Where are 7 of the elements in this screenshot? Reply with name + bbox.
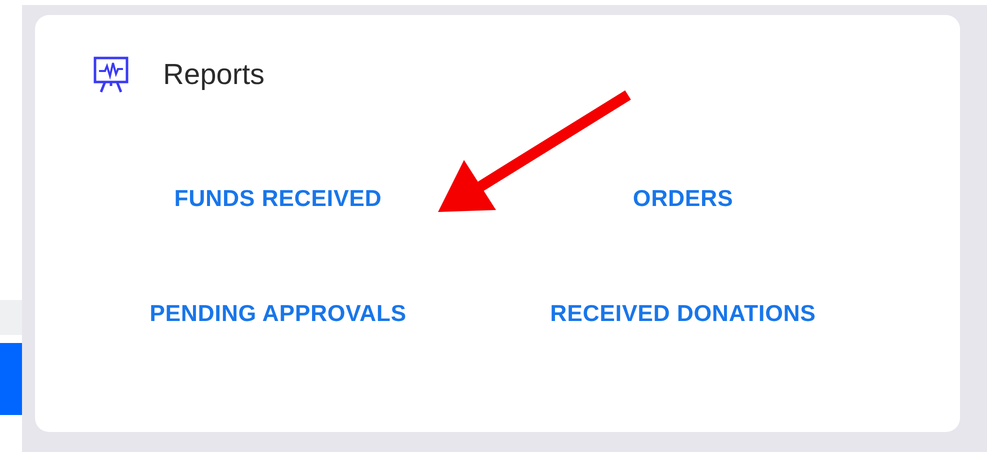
report-link[interactable]: RECEIVED DONATIONS — [550, 300, 816, 327]
presentation-chart-icon — [93, 55, 129, 95]
card-title: Reports — [163, 58, 265, 92]
report-link[interactable]: FUNDS RECEIVED — [174, 185, 382, 212]
report-link[interactable]: PENDING APPROVALS — [150, 300, 406, 327]
report-link[interactable]: ORDERS — [632, 185, 734, 212]
active-bar — [0, 343, 22, 415]
